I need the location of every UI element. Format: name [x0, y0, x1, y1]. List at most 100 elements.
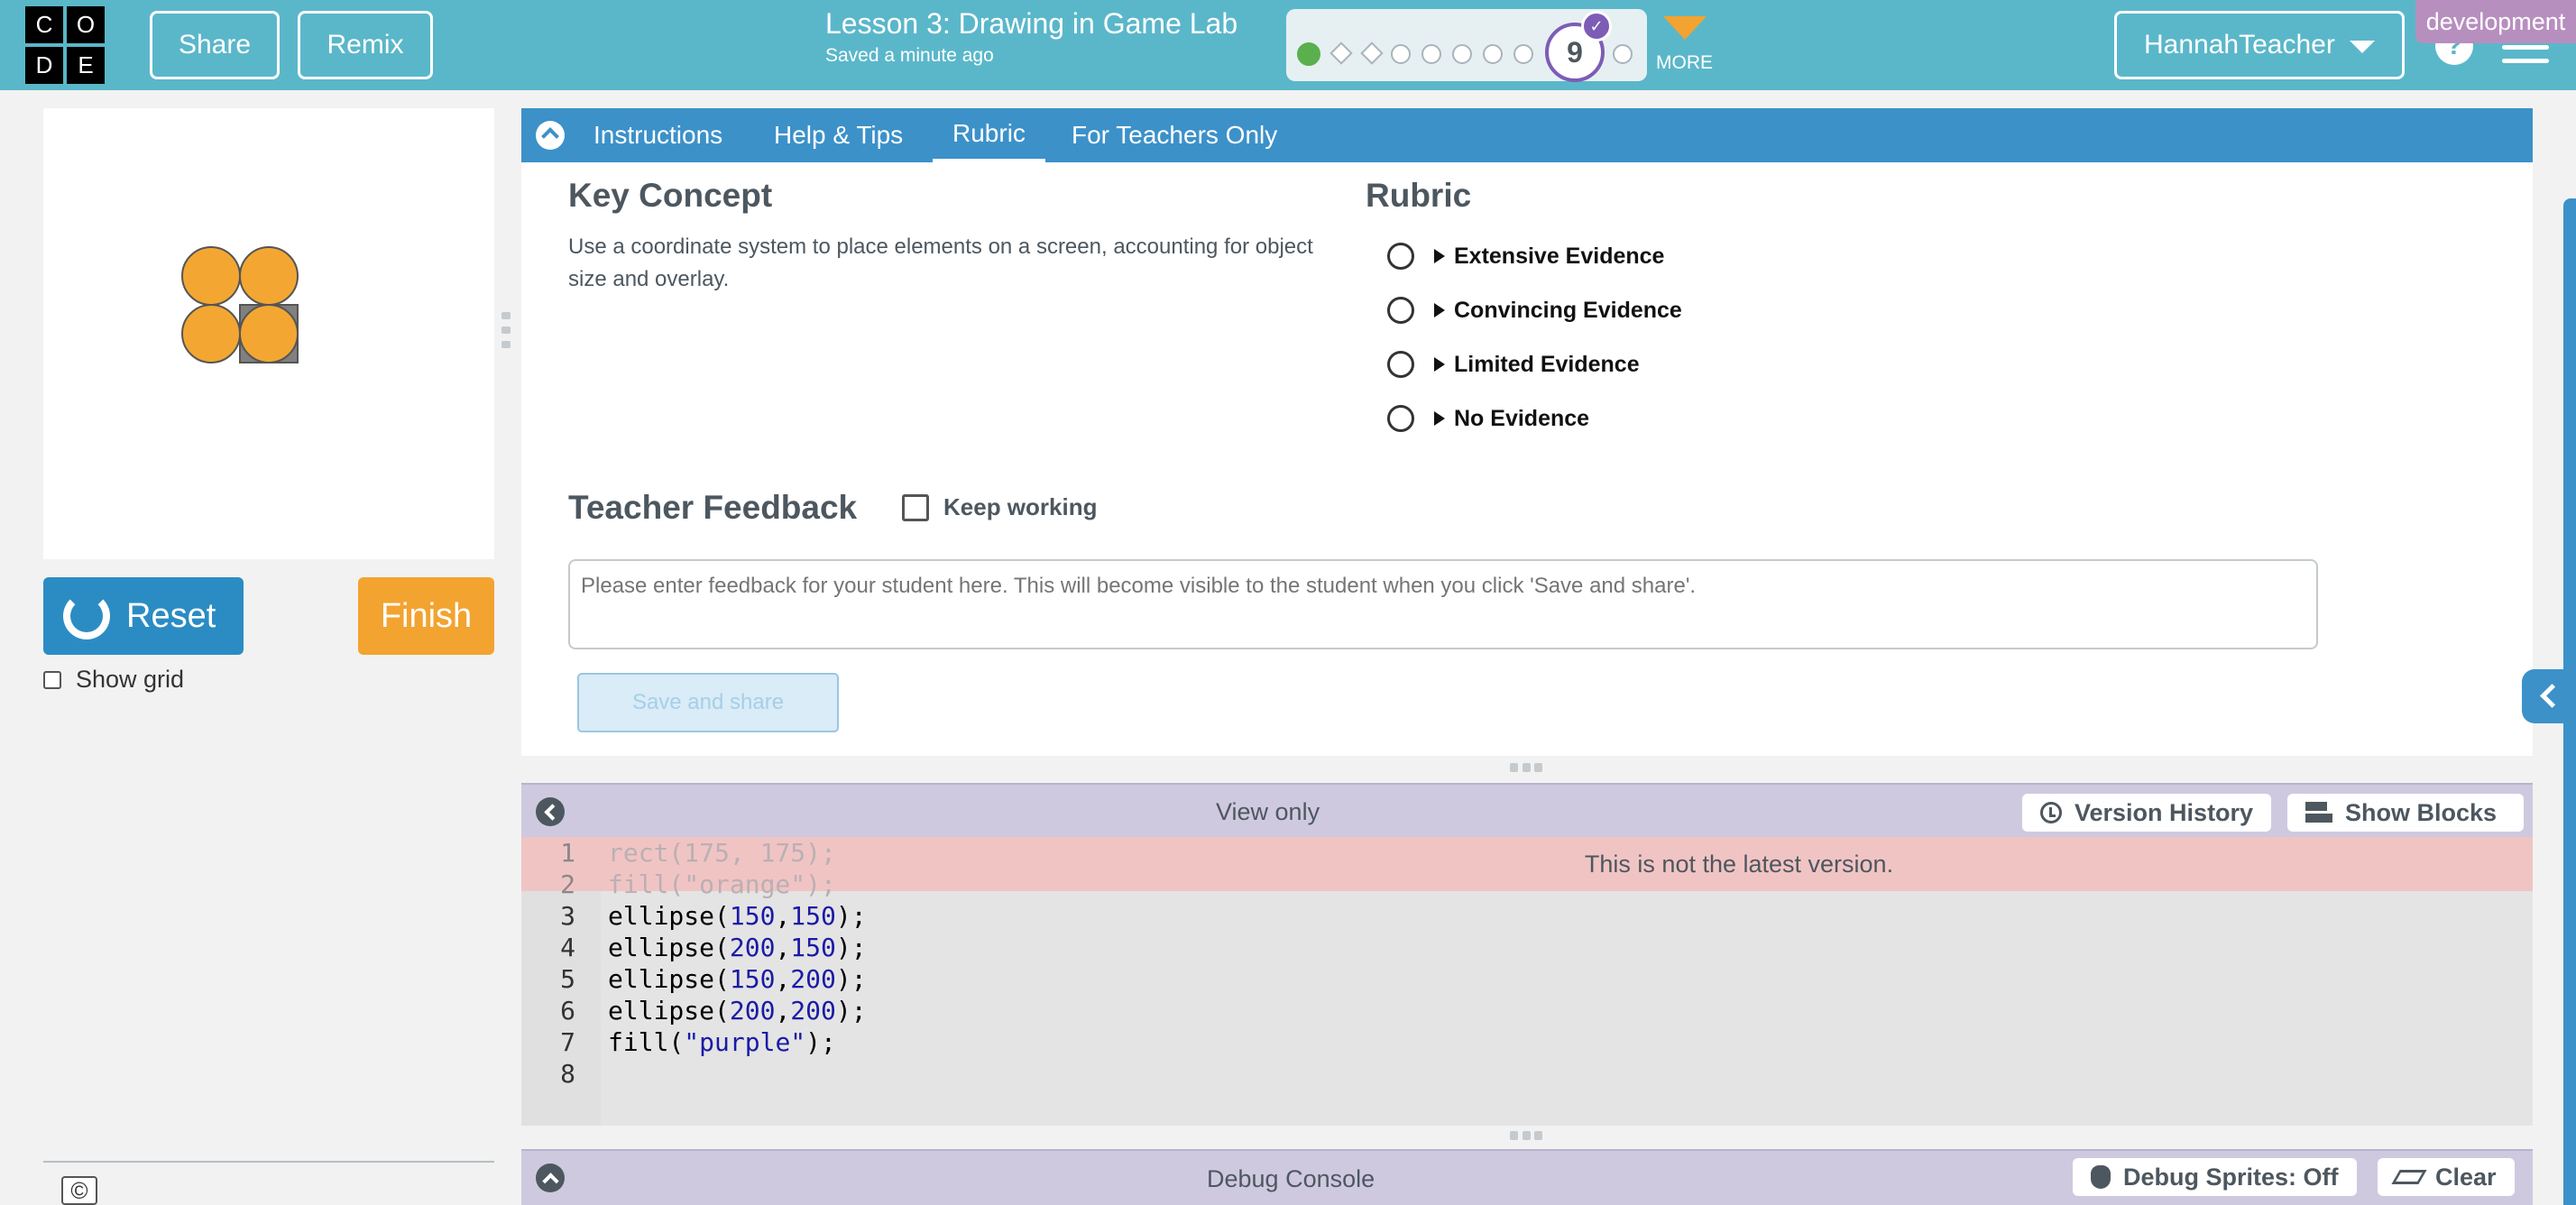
rubric-panel: Key Concept Use a coordinate system to p… — [521, 162, 2533, 756]
clock-icon — [2040, 802, 2062, 823]
expand-triangle-icon[interactable] — [1434, 411, 1445, 426]
line-number: 6 — [560, 996, 575, 1026]
line-code[interactable]: ellipse(200,150); — [608, 933, 867, 962]
more-label[interactable]: MORE — [1656, 52, 1713, 74]
rubric-option-convincing[interactable]: Convincing Evidence — [1387, 292, 1682, 328]
level-2-assessment-dot[interactable] — [1329, 41, 1353, 65]
show-blocks-button[interactable]: Show Blocks — [2287, 794, 2524, 832]
rubric-option-limited[interactable]: Limited Evidence — [1387, 346, 1640, 382]
level-progress: 9 ✓ — [1286, 9, 1647, 82]
share-button[interactable]: Share — [150, 11, 280, 79]
line-code[interactable]: ellipse(150,150); — [608, 901, 867, 931]
show-blocks-label: Show Blocks — [2345, 798, 2498, 826]
remix-button[interactable]: Remix — [298, 11, 433, 79]
debug-sprites-label: Debug Sprites: Off — [2123, 1163, 2339, 1191]
reset-icon — [63, 593, 110, 639]
left-divider — [43, 1161, 494, 1163]
level-1-dot[interactable] — [1297, 42, 1320, 66]
show-grid-checkbox[interactable] — [43, 670, 61, 689]
level-5-dot[interactable] — [1421, 44, 1441, 64]
rubric-radio[interactable] — [1387, 405, 1414, 432]
rubric-radio[interactable] — [1387, 351, 1414, 378]
level-8-dot[interactable] — [1513, 44, 1533, 64]
debug-console-title: Debug Console — [1207, 1164, 1375, 1192]
line-number: 8 — [560, 1059, 575, 1089]
line-code[interactable]: fill("purple"); — [608, 1027, 836, 1057]
level-4-dot[interactable] — [1391, 44, 1411, 64]
level-6-dot[interactable] — [1452, 44, 1472, 64]
finish-button[interactable]: Finish — [358, 577, 494, 655]
instructions-tab-bar: Instructions Help & Tips Rubric For Teac… — [521, 108, 2533, 162]
drawn-ellipse — [239, 246, 299, 306]
line-code[interactable]: ellipse(150,200); — [608, 964, 867, 994]
drawn-ellipse — [181, 304, 241, 363]
line-number: 5 — [560, 964, 575, 994]
drawn-ellipse — [181, 246, 241, 306]
user-menu-button[interactable]: HannahTeacher — [2114, 11, 2405, 79]
code-editor[interactable]: 1 rect(175, 175); 2 fill("orange"); 3 el… — [521, 837, 2533, 1126]
rubric-option-label[interactable]: No Evidence — [1454, 406, 1589, 432]
tab-instructions[interactable]: Instructions — [593, 108, 722, 162]
canvas-drawing — [181, 246, 299, 363]
rubric-option-none[interactable]: No Evidence — [1387, 400, 1589, 437]
code-org-logo[interactable]: C O D E — [25, 6, 105, 84]
lesson-title[interactable]: Lesson 3: Drawing in Game Lab — [825, 7, 1237, 41]
tab-for-teachers-only[interactable]: For Teachers Only — [1072, 108, 1277, 162]
collapse-code-icon[interactable] — [536, 797, 565, 826]
code-line[interactable]: 6 ellipse(200,200); — [521, 995, 866, 1026]
expand-triangle-icon[interactable] — [1434, 249, 1445, 263]
tab-help-tips[interactable]: Help & Tips — [774, 108, 903, 162]
level-10-dot[interactable] — [1613, 44, 1633, 64]
debug-console-header: Debug Console Debug Sprites: Off Clear — [521, 1149, 2533, 1205]
version-history-button[interactable]: Version History — [2022, 794, 2272, 832]
collapse-instructions-icon[interactable] — [536, 121, 565, 150]
save-and-share-button[interactable]: Save and share — [577, 673, 839, 732]
code-line[interactable]: 5 ellipse(150,200); — [521, 963, 866, 995]
code-line[interactable]: 4 ellipse(200,150); — [521, 932, 866, 963]
vertical-resize-handle[interactable] — [501, 312, 511, 348]
keep-working-label: Keep working — [943, 493, 1098, 520]
feedback-textarea[interactable] — [568, 559, 2318, 649]
check-icon: ✓ — [1581, 11, 1612, 41]
level-3-assessment-dot[interactable] — [1360, 41, 1384, 65]
line-number: 3 — [560, 901, 575, 931]
line-number: 4 — [560, 933, 575, 962]
copyright-icon[interactable]: © — [61, 1176, 97, 1205]
line-code[interactable]: ellipse(200,200); — [608, 996, 867, 1026]
drawn-ellipse — [239, 304, 299, 363]
horizontal-resize-handle[interactable] — [1510, 763, 1542, 772]
rubric-option-label[interactable]: Limited Evidence — [1454, 352, 1640, 378]
version-history-label: Version History — [2075, 798, 2254, 826]
level-7-dot[interactable] — [1483, 44, 1503, 64]
expand-side-panel-icon[interactable] — [2522, 669, 2576, 723]
rubric-option-label[interactable]: Extensive Evidence — [1454, 244, 1664, 270]
bug-icon — [2091, 1165, 2111, 1189]
rubric-option-extensive[interactable]: Extensive Evidence — [1387, 238, 1664, 274]
code-line[interactable]: 8 — [521, 1058, 575, 1090]
horizontal-resize-handle[interactable] — [1510, 1131, 1542, 1140]
clear-console-button[interactable]: Clear — [2378, 1158, 2515, 1196]
game-canvas[interactable] — [43, 108, 494, 559]
username: HannahTeacher — [2144, 30, 2335, 60]
keep-working-checkbox[interactable] — [902, 493, 929, 521]
chevron-down-icon — [2350, 41, 2375, 53]
old-version-warning-text: This is not the latest version. — [1584, 850, 1894, 878]
reset-button[interactable]: Reset — [43, 577, 244, 655]
tab-rubric[interactable]: Rubric — [933, 108, 1045, 162]
debug-sprites-button[interactable]: Debug Sprites: Off — [2073, 1158, 2357, 1196]
environment-badge: development — [2415, 0, 2576, 43]
clear-label: Clear — [2435, 1163, 2497, 1191]
line-number: 7 — [560, 1027, 575, 1057]
code-line[interactable]: 3 ellipse(150,150); — [521, 900, 866, 932]
logo-letter-d: D — [25, 47, 63, 84]
show-grid-toggle[interactable]: Show grid — [43, 666, 184, 694]
keep-working-toggle[interactable]: Keep working — [902, 493, 1097, 521]
collapse-console-icon[interactable] — [536, 1164, 565, 1192]
rubric-radio[interactable] — [1387, 243, 1414, 270]
code-line[interactable]: 7 fill("purple"); — [521, 1026, 836, 1058]
expand-triangle-icon[interactable] — [1434, 357, 1445, 372]
more-triangle-icon[interactable] — [1663, 16, 1707, 40]
rubric-option-label[interactable]: Convincing Evidence — [1454, 298, 1682, 324]
rubric-radio[interactable] — [1387, 297, 1414, 324]
expand-triangle-icon[interactable] — [1434, 303, 1445, 317]
